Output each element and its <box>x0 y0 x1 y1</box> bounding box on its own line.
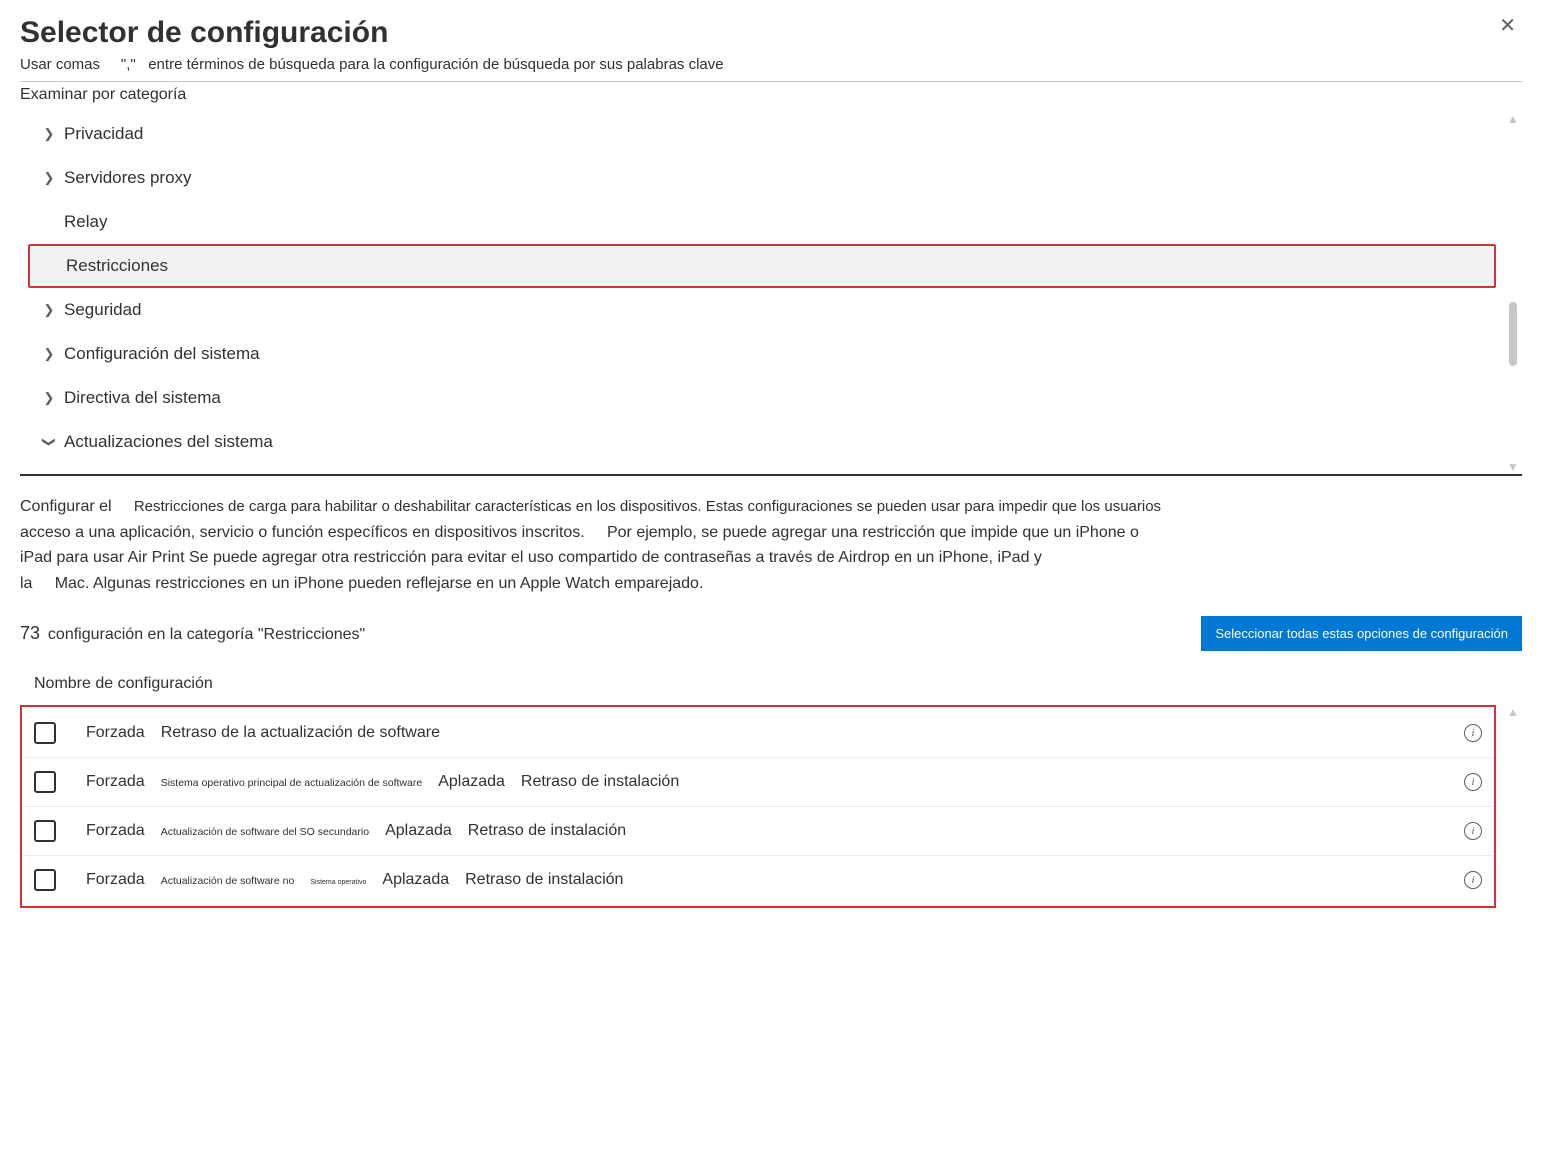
setting-part: Aplazada <box>385 822 452 840</box>
setting-part: Forzada <box>86 822 145 840</box>
info-icon[interactable]: i <box>1464 773 1482 791</box>
category-item-directiva-sistema[interactable]: ❯ Directiva del sistema <box>28 376 1496 420</box>
select-all-button[interactable]: Seleccionar todas estas opciones de conf… <box>1201 616 1522 651</box>
dialog-title: Selector de configuración <box>20 16 388 50</box>
setting-checkbox[interactable] <box>34 869 56 891</box>
scroll-up-icon[interactable]: ▲ <box>1506 705 1520 719</box>
dialog-subtitle: Usar comas "," entre términos de búsqued… <box>20 56 1522 73</box>
setting-checkbox[interactable] <box>34 771 56 793</box>
category-item-servidores-proxy[interactable]: ❯ Servidores proxy <box>28 156 1496 200</box>
setting-name: Forzada Actualización de software no Sis… <box>86 871 1454 889</box>
category-list: ❯ Privacidad ❯ Servidores proxy ❯ Relay … <box>28 112 1522 464</box>
count-row: 73 configuración en la categoría "Restri… <box>20 616 1522 651</box>
setting-row[interactable]: Forzada Sistema operativo principal de a… <box>22 758 1494 807</box>
chevron-right-icon: ❯ <box>34 346 64 362</box>
desc-text: Configurar el <box>20 498 112 515</box>
settings-picker-dialog: Selector de configuración ✕ Usar comas "… <box>0 0 1542 908</box>
setting-part: Retraso de instalación <box>521 773 679 791</box>
settings-count: 73 configuración en la categoría "Restri… <box>20 623 365 644</box>
desc-text: Mac. Algunas restricciones en un iPhone … <box>55 575 704 592</box>
setting-part: Aplazada <box>438 773 505 791</box>
setting-checkbox[interactable] <box>34 820 56 842</box>
setting-part: Retraso de instalación <box>465 871 623 889</box>
setting-name: Forzada Retraso de la actualización de s… <box>86 724 1454 742</box>
category-item-restricciones[interactable]: ❯ Restricciones <box>28 244 1496 288</box>
settings-highlight-box: Forzada Retraso de la actualización de s… <box>20 705 1496 908</box>
setting-part: Forzada <box>86 871 145 889</box>
desc-text: iPad para usar Air Print Se puede agrega… <box>20 549 1042 566</box>
setting-part: Retraso de la actualización de software <box>161 724 440 742</box>
setting-part: Actualización de software no <box>161 875 295 887</box>
setting-row[interactable]: Forzada Retraso de la actualización de s… <box>22 709 1494 758</box>
setting-part: Retraso de instalación <box>468 822 626 840</box>
category-scrollbar[interactable]: ▲ ▼ <box>1504 112 1522 474</box>
count-text: configuración en la categoría "Restricci… <box>48 626 365 643</box>
subtitle-part-a: Usar comas <box>20 56 100 73</box>
category-item-actualizaciones-sistema[interactable]: ❯ Actualizaciones del sistema <box>28 420 1496 464</box>
setting-part: Forzada <box>86 724 145 742</box>
setting-part: Forzada <box>86 773 145 791</box>
info-icon[interactable]: i <box>1464 871 1482 889</box>
info-icon[interactable]: i <box>1464 724 1482 742</box>
desc-text: la <box>20 575 32 592</box>
scrollbar-thumb[interactable] <box>1509 302 1517 366</box>
category-label: Restricciones <box>66 256 168 276</box>
chevron-right-icon: ❯ <box>34 170 64 186</box>
category-description: Configurar el Restricciones de carga par… <box>20 494 1522 596</box>
category-item-relay[interactable]: ❯ Relay <box>28 200 1496 244</box>
category-label: Servidores proxy <box>64 168 192 188</box>
desc-text: acceso a una aplicación, servicio o func… <box>20 524 585 541</box>
browse-by-category-label: Examinar por categoría <box>20 86 1522 104</box>
setting-part: Sistema operativo principal de actualiza… <box>161 777 422 789</box>
category-label: Configuración del sistema <box>64 344 260 364</box>
close-icon[interactable]: ✕ <box>1493 10 1522 42</box>
setting-checkbox[interactable] <box>34 722 56 744</box>
category-label: Privacidad <box>64 124 143 144</box>
settings-area: Forzada Retraso de la actualización de s… <box>20 705 1522 908</box>
info-icon[interactable]: i <box>1464 822 1482 840</box>
dialog-header: Selector de configuración ✕ <box>20 10 1522 56</box>
category-area: ❯ Privacidad ❯ Servidores proxy ❯ Relay … <box>20 112 1522 476</box>
category-item-seguridad[interactable]: ❯ Seguridad <box>28 288 1496 332</box>
settings-scrollbar[interactable]: ▲ <box>1504 705 1522 908</box>
divider <box>20 81 1522 82</box>
category-label: Seguridad <box>64 300 142 320</box>
setting-part: Actualización de software del SO secunda… <box>161 826 369 838</box>
chevron-right-icon: ❯ <box>34 302 64 318</box>
subtitle-part-b: "," <box>121 56 136 73</box>
scroll-up-icon[interactable]: ▲ <box>1506 112 1520 126</box>
scroll-down-icon[interactable]: ▼ <box>1506 460 1520 474</box>
setting-row[interactable]: Forzada Actualización de software del SO… <box>22 807 1494 856</box>
chevron-right-icon: ❯ <box>34 390 64 406</box>
desc-text: Por ejemplo, se puede agregar una restri… <box>607 524 1139 541</box>
setting-part: Aplazada <box>382 871 449 889</box>
column-header-name: Nombre de configuración <box>34 675 1522 693</box>
setting-name: Forzada Actualización de software del SO… <box>86 822 1454 840</box>
category-item-privacidad[interactable]: ❯ Privacidad <box>28 112 1496 156</box>
subtitle-part-c: entre términos de búsqueda para la confi… <box>148 56 723 73</box>
category-item-configuracion-sistema[interactable]: ❯ Configuración del sistema <box>28 332 1496 376</box>
category-label: Directiva del sistema <box>64 388 221 408</box>
category-label: Actualizaciones del sistema <box>64 432 273 452</box>
setting-row[interactable]: Forzada Actualización de software no Sis… <box>22 856 1494 904</box>
count-number: 73 <box>20 623 40 643</box>
setting-part: Sistema operativo <box>310 879 366 886</box>
setting-name: Forzada Sistema operativo principal de a… <box>86 773 1454 791</box>
desc-text: Restricciones de carga para habilitar o … <box>134 498 1161 515</box>
chevron-down-icon: ❯ <box>41 427 57 457</box>
chevron-right-icon: ❯ <box>34 126 64 142</box>
category-label: Relay <box>64 212 107 232</box>
